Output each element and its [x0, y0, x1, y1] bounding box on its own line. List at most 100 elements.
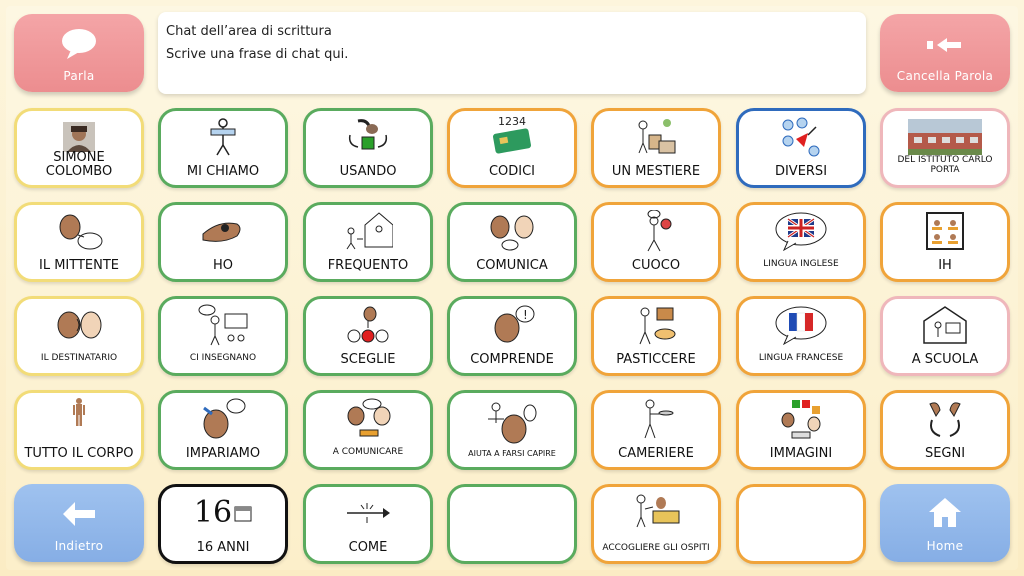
cell-come[interactable]: COME — [303, 484, 433, 564]
cell-label: DEL ISTITUTO CARLO PORTA — [897, 155, 993, 175]
cell-pasticcere[interactable]: PASTICCERE — [591, 296, 721, 376]
communicate-icon — [450, 211, 574, 251]
have-hand-icon — [161, 211, 285, 251]
to-communicate-icon — [306, 398, 430, 439]
hand-use-icon — [306, 117, 430, 157]
waiter-icon — [594, 399, 718, 439]
cell-label: 16 ANNI — [196, 540, 250, 555]
cell-label: CUOCO — [631, 258, 681, 273]
learn-icon — [161, 398, 285, 439]
age-icon: 16 — [161, 493, 285, 533]
name-tag-icon — [161, 117, 285, 157]
cell-label: SEGNI — [924, 446, 966, 461]
cell-label: IH — [938, 258, 952, 273]
uk-flag-icon — [739, 211, 863, 251]
cell-ci-insegnano[interactable]: CI INSEGNANO — [158, 296, 288, 376]
cell-lingua-francese[interactable]: LINGUA FRANCESE — [736, 296, 866, 376]
how-icon — [306, 493, 430, 533]
cell-label: HO — [212, 258, 233, 273]
cell-label: SIMONE COLOMBO — [45, 150, 113, 179]
cell-comprende[interactable]: ! COMPRENDE — [447, 296, 577, 376]
cell-impariamo[interactable]: IMPARIAMO — [158, 390, 288, 470]
cell-istituto[interactable]: DEL ISTITUTO CARLO PORTA — [880, 108, 1010, 188]
cell-16-anni[interactable]: 16 16 ANNI — [158, 484, 288, 564]
cell-label: CAMERIERE — [618, 446, 694, 461]
cell-empty-1[interactable] — [447, 484, 577, 564]
back-button[interactable]: Indietro — [14, 484, 144, 562]
cell-label: TUTTO IL CORPO — [24, 446, 134, 461]
cell-label: AIUTA A FARSI CAPIRE — [468, 449, 556, 458]
help-understand-icon — [450, 399, 574, 445]
cell-label: SCEGLIE — [340, 352, 396, 367]
cell-segni[interactable]: SEGNI — [880, 390, 1010, 470]
cell-label: A COMUNICARE — [332, 447, 404, 457]
cell-cameriere[interactable]: CAMERIERE — [591, 390, 721, 470]
cell-tutto-il-corpo[interactable]: TUTTO IL CORPO — [14, 390, 144, 470]
ih-icon — [883, 211, 1007, 251]
cell-il-mittente[interactable]: IL MITTENTE — [14, 202, 144, 282]
cell-sceglie[interactable]: SCEGLIE — [303, 296, 433, 376]
signs-icon — [883, 399, 1007, 439]
cook-icon — [594, 210, 718, 252]
home-icon — [880, 496, 1010, 528]
fr-flag-icon — [739, 305, 863, 345]
cell-ih[interactable]: IH — [880, 202, 1010, 282]
cell-aiuta-a-farsi-capire[interactable]: AIUTA A FARSI CAPIRE — [447, 390, 577, 470]
understand-icon: ! — [450, 305, 574, 345]
speak-button[interactable]: Parla — [14, 14, 144, 92]
baker-icon — [594, 305, 718, 345]
attend-icon — [306, 211, 430, 251]
svg-text:!: ! — [523, 308, 528, 322]
code-number: 1234 — [498, 115, 526, 128]
cell-comunica[interactable]: COMUNICA — [447, 202, 577, 282]
backspace-arrow-icon — [880, 36, 1010, 54]
back-label: Indietro — [54, 539, 104, 553]
school-photo — [883, 117, 1007, 157]
job-icon — [594, 117, 718, 157]
chat-line-1: Chat dell’area di scrittura — [166, 24, 332, 39]
back-arrow-icon — [14, 500, 144, 528]
cell-label: CI INSEGNANO — [189, 353, 257, 363]
cell-a-scuola[interactable]: A SCUOLA — [880, 296, 1010, 376]
clear-word-button[interactable]: Cancella Parola — [880, 14, 1010, 92]
cell-label: IMMAGINI — [769, 446, 833, 461]
cell-mi-chiamo[interactable]: MI CHIAMO — [158, 108, 288, 188]
cell-ho[interactable]: HO — [158, 202, 288, 282]
cell-simone-colombo[interactable]: SIMONE COLOMBO — [14, 108, 144, 188]
cell-usando[interactable]: USANDO — [303, 108, 433, 188]
cell-empty-2[interactable] — [736, 484, 866, 564]
home-button[interactable]: Home — [880, 484, 1010, 562]
cell-label: A SCUOLA — [911, 352, 979, 367]
cell-label: FREQUENTO — [327, 258, 409, 273]
cell-accogliere-gli-ospiti[interactable]: ACCOGLIERE GLI OSPITI — [591, 484, 721, 564]
receiver-icon — [17, 305, 141, 345]
cell-label: IMPARIAMO — [185, 446, 261, 461]
cell-codici[interactable]: 1234 CODICI — [447, 108, 577, 188]
cell-label: USANDO — [339, 164, 397, 179]
choose-icon — [306, 305, 430, 345]
cell-label: IL MITTENTE — [38, 258, 119, 273]
cell-diversi[interactable]: DIVERSI — [736, 108, 866, 188]
cell-label: MI CHIAMO — [186, 164, 260, 179]
images-icon — [739, 399, 863, 439]
teach-icon — [161, 304, 285, 346]
cell-label: UN MESTIERE — [611, 164, 701, 179]
cell-il-destinatario[interactable]: IL DESTINATARIO — [14, 296, 144, 376]
cell-cuoco[interactable]: CUOCO — [591, 202, 721, 282]
body-icon — [17, 397, 141, 427]
cell-immagini[interactable]: IMMAGINI — [736, 390, 866, 470]
cell-label: COMPRENDE — [470, 352, 554, 367]
speak-label: Parla — [63, 69, 95, 83]
cell-frequento[interactable]: FREQUENTO — [303, 202, 433, 282]
cell-lingua-inglese[interactable]: LINGUA INGLESE — [736, 202, 866, 282]
cell-a-comunicare[interactable]: A COMUNICARE — [303, 390, 433, 470]
chat-writing-area[interactable]: Chat dell’area di scrittura Scrive una f… — [158, 12, 866, 94]
chat-line-2: Scrive una frase di chat qui. — [166, 47, 349, 62]
cell-un-mestiere[interactable]: UN MESTIERE — [591, 108, 721, 188]
age-number: 16 — [193, 495, 233, 530]
cell-label: PASTICCERE — [616, 352, 696, 367]
code-card-icon: 1234 — [450, 115, 574, 155]
clear-word-label: Cancella Parola — [896, 69, 994, 83]
cell-label: DIVERSI — [774, 164, 828, 179]
cell-label: LINGUA FRANCESE — [758, 353, 844, 363]
